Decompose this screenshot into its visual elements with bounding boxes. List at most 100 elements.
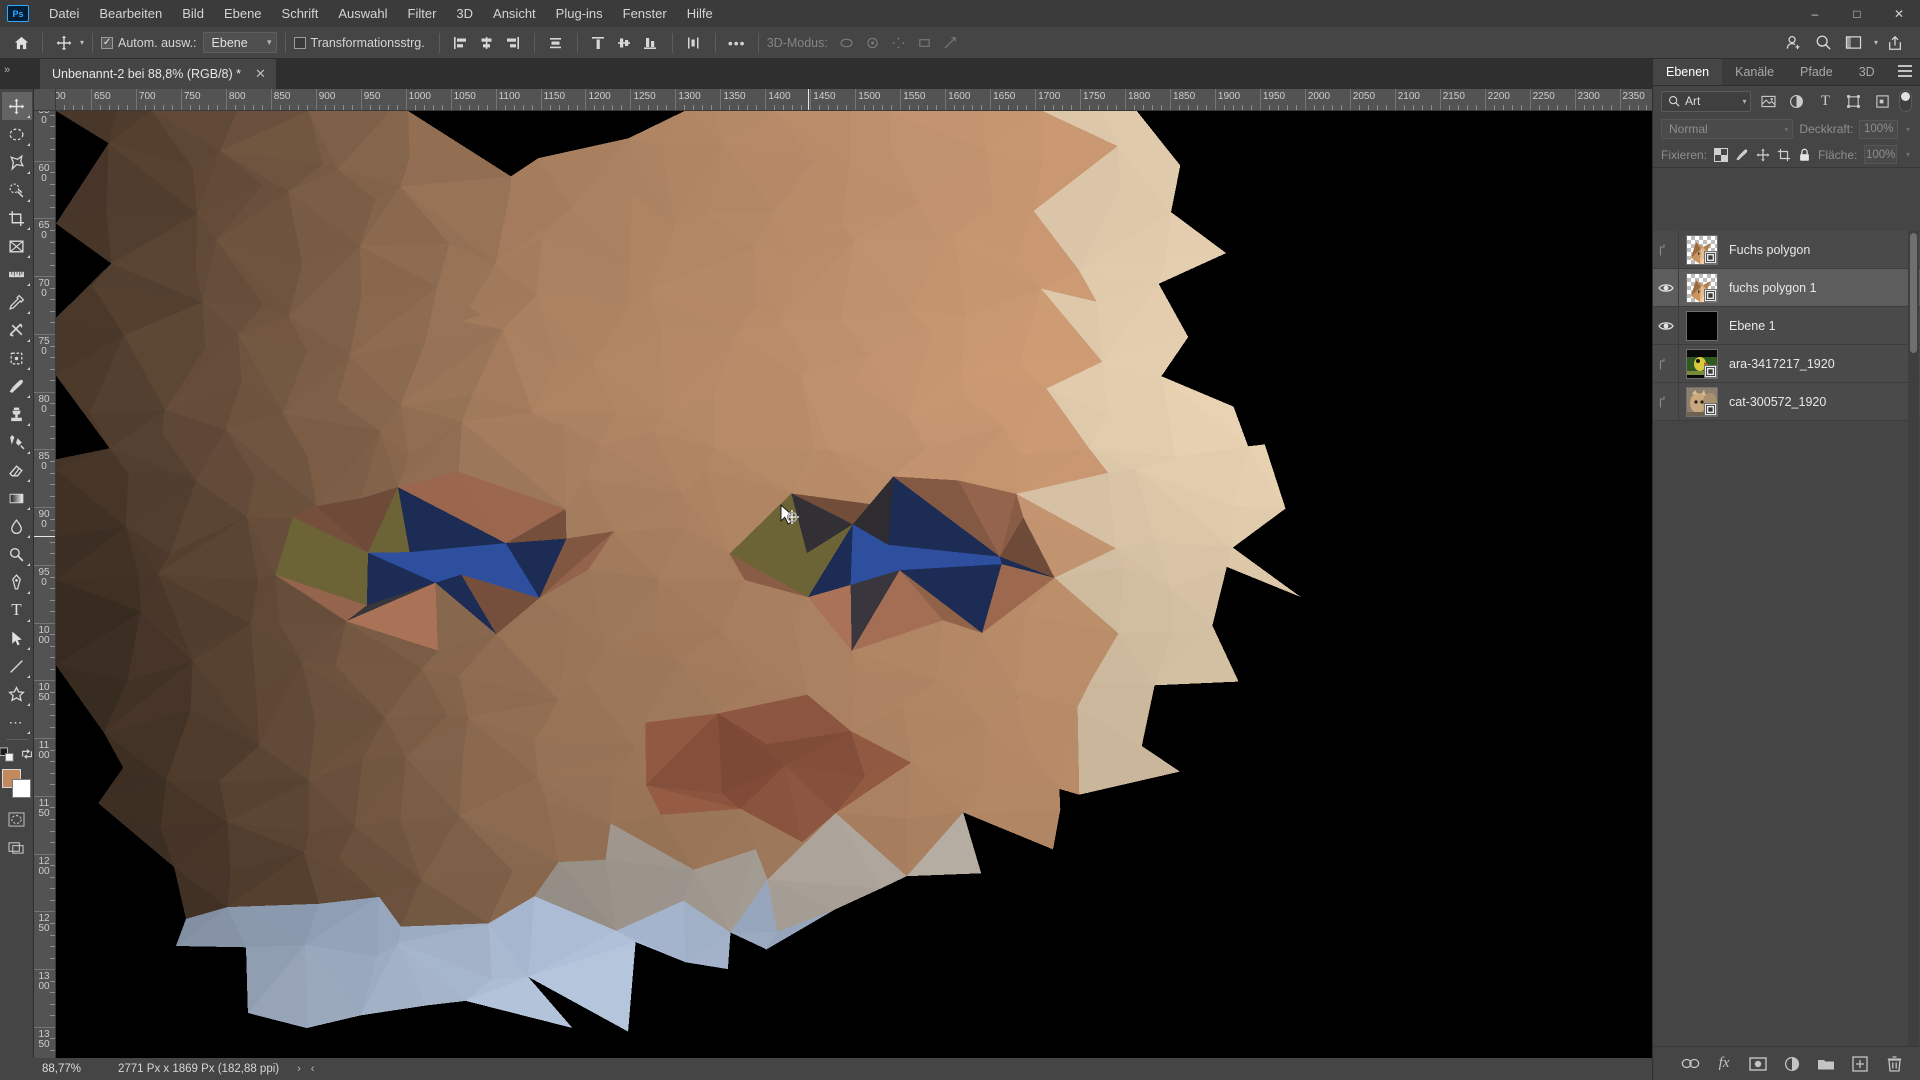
distribute-horizontally-icon[interactable] <box>543 31 569 55</box>
history-brush-tool[interactable] <box>2 428 32 456</box>
tab-pfade[interactable]: Pfade <box>1787 59 1846 85</box>
menu-ebene[interactable]: Ebene <box>214 2 272 25</box>
lock-artboard-nesting-icon[interactable] <box>1777 146 1791 164</box>
lasso-tool[interactable] <box>2 148 32 176</box>
layer-row[interactable]: fuchs polygon 1 <box>1653 268 1920 307</box>
patch-tool[interactable] <box>2 344 32 372</box>
export-icon[interactable] <box>1882 31 1908 55</box>
layer-row[interactable]: Ebene 1 <box>1653 306 1920 345</box>
healing-brush-tool[interactable] <box>2 316 32 344</box>
filter-shape-icon[interactable] <box>1842 91 1866 112</box>
layer-styles-fx-icon[interactable]: fx <box>1714 1054 1734 1074</box>
swap-colors-icon[interactable] <box>20 747 34 761</box>
layer-thumbnail[interactable] <box>1679 345 1725 383</box>
auto-select-scope-dropdown[interactable]: Ebene ▾ <box>202 32 277 53</box>
layer-filter-kind-dropdown[interactable]: Art ▾ <box>1661 90 1752 112</box>
menu-plugins[interactable]: Plug-ins <box>546 2 613 25</box>
menu-3d[interactable]: 3D <box>446 2 483 25</box>
layer-thumbnail[interactable] <box>1679 231 1725 269</box>
line-tool[interactable] <box>2 652 32 680</box>
maximize-button[interactable]: □ <box>1836 0 1878 27</box>
move-tool[interactable] <box>1 92 32 120</box>
layer-thumbnail[interactable] <box>1679 307 1725 345</box>
layer-row[interactable]: Fuchs polygon <box>1653 231 1920 269</box>
align-bottom-edges-icon[interactable] <box>638 31 664 55</box>
lock-position-icon[interactable] <box>1756 146 1770 164</box>
eraser-tool[interactable] <box>2 456 32 484</box>
layer-thumbnail[interactable] <box>1679 383 1725 421</box>
menu-fenster[interactable]: Fenster <box>613 2 677 25</box>
document-tab[interactable]: Unbenannt-2 bei 88,8% (RGB/8) * ✕ <box>40 59 277 89</box>
layer-list[interactable]: Fuchs polygon fuchs polygon 1 Ebene 1 ara-3… <box>1653 231 1920 1046</box>
new-group-icon[interactable] <box>1816 1054 1836 1074</box>
tab-3d[interactable]: 3D <box>1846 59 1888 85</box>
close-icon[interactable]: ✕ <box>255 66 266 82</box>
fill-chevron-down-icon[interactable]: ▾ <box>1904 150 1912 159</box>
vertical-ruler[interactable]: 550 600 650 700 750 800 850 900 950 1000 1050 1100 1… <box>34 111 56 1058</box>
horizontal-ruler[interactable]: 600 650 700 750 800 850 900 950 1000 1050 1100 1150… <box>56 89 1652 111</box>
opacity-field[interactable]: 100% <box>1859 119 1898 139</box>
pen-tool[interactable] <box>2 568 32 596</box>
screen-mode-icon[interactable] <box>2 833 32 861</box>
layer-visibility-eye-icon[interactable] <box>1653 268 1679 307</box>
menu-ansicht[interactable]: Ansicht <box>483 2 546 25</box>
gradient-tool[interactable] <box>2 484 32 512</box>
align-left-edges-icon[interactable] <box>448 31 474 55</box>
quick-selection-tool[interactable] <box>2 176 32 204</box>
layer-row[interactable]: ara-3417217_1920 <box>1653 344 1920 383</box>
move-tool-icon[interactable] <box>51 31 77 55</box>
brush-tool[interactable] <box>2 372 32 400</box>
close-button[interactable]: ✕ <box>1878 0 1920 27</box>
status-prev-icon[interactable]: ‹ <box>311 1063 315 1075</box>
chevron-down-icon[interactable]: ▾ <box>1874 38 1878 47</box>
scrollbar-thumb[interactable] <box>1910 233 1917 353</box>
measure-tool[interactable] <box>2 260 32 288</box>
tool-preset-chevron-down-icon[interactable]: ▾ <box>80 38 84 47</box>
fill-field[interactable]: 100% <box>1864 145 1897 164</box>
search-icon[interactable] <box>1811 31 1837 55</box>
menu-auswahl[interactable]: Auswahl <box>328 2 397 25</box>
menu-filter[interactable]: Filter <box>398 2 447 25</box>
filter-pixel-icon[interactable] <box>1756 91 1780 112</box>
add-layer-mask-icon[interactable] <box>1748 1054 1768 1074</box>
minimize-button[interactable]: – <box>1794 0 1836 27</box>
custom-shape-tool[interactable] <box>2 680 32 708</box>
distribute-vertically-icon[interactable] <box>681 31 707 55</box>
frame-tool[interactable] <box>2 232 32 260</box>
tab-ebenen[interactable]: Ebenen <box>1653 59 1723 85</box>
blend-mode-dropdown[interactable]: Normal ▾ <box>1661 119 1794 139</box>
opacity-chevron-down-icon[interactable]: ▾ <box>1904 125 1912 134</box>
crop-tool[interactable] <box>2 204 32 232</box>
layer-visibility-off-icon[interactable] <box>1653 344 1679 383</box>
layer-visibility-off-icon[interactable] <box>1653 382 1679 421</box>
share-user-icon[interactable] <box>1781 31 1807 55</box>
layer-visibility-eye-icon[interactable] <box>1653 306 1679 345</box>
menu-datei[interactable]: Datei <box>39 2 89 25</box>
transform-controls-checkbox[interactable] <box>293 36 306 49</box>
home-icon[interactable] <box>8 31 34 55</box>
type-tool[interactable]: T <box>2 596 32 624</box>
menu-bild[interactable]: Bild <box>172 2 214 25</box>
layers-panel-scrollbar[interactable] <box>1908 231 1919 1046</box>
layer-visibility-off-icon[interactable] <box>1653 231 1679 269</box>
menu-bearbeiten[interactable]: Bearbeiten <box>89 2 172 25</box>
quick-mask-icon[interactable] <box>2 805 32 833</box>
status-next-icon[interactable]: › <box>297 1063 301 1075</box>
align-horizontal-centers-icon[interactable] <box>474 31 500 55</box>
auto-select-checkbox[interactable]: ✓ <box>101 36 114 49</box>
align-top-edges-icon[interactable] <box>586 31 612 55</box>
collapse-panel-icon[interactable]: » <box>4 64 10 76</box>
zoom-level-field[interactable]: 88,77% <box>34 1063 96 1075</box>
filter-type-icon[interactable]: T <box>1814 91 1838 112</box>
background-color-swatch[interactable] <box>11 779 31 798</box>
default-colors-icon[interactable] <box>0 747 14 762</box>
new-layer-icon[interactable] <box>1850 1054 1870 1074</box>
menu-schrift[interactable]: Schrift <box>272 2 329 25</box>
blur-tool[interactable] <box>2 512 32 540</box>
filter-enable-toggle[interactable] <box>1899 90 1913 112</box>
delete-layer-icon[interactable] <box>1884 1054 1904 1074</box>
more-options-button[interactable]: ••• <box>724 31 750 55</box>
menu-hilfe[interactable]: Hilfe <box>677 2 723 25</box>
layer-row[interactable]: cat-300572_1920 <box>1653 382 1920 421</box>
new-adjustment-layer-icon[interactable] <box>1782 1054 1802 1074</box>
